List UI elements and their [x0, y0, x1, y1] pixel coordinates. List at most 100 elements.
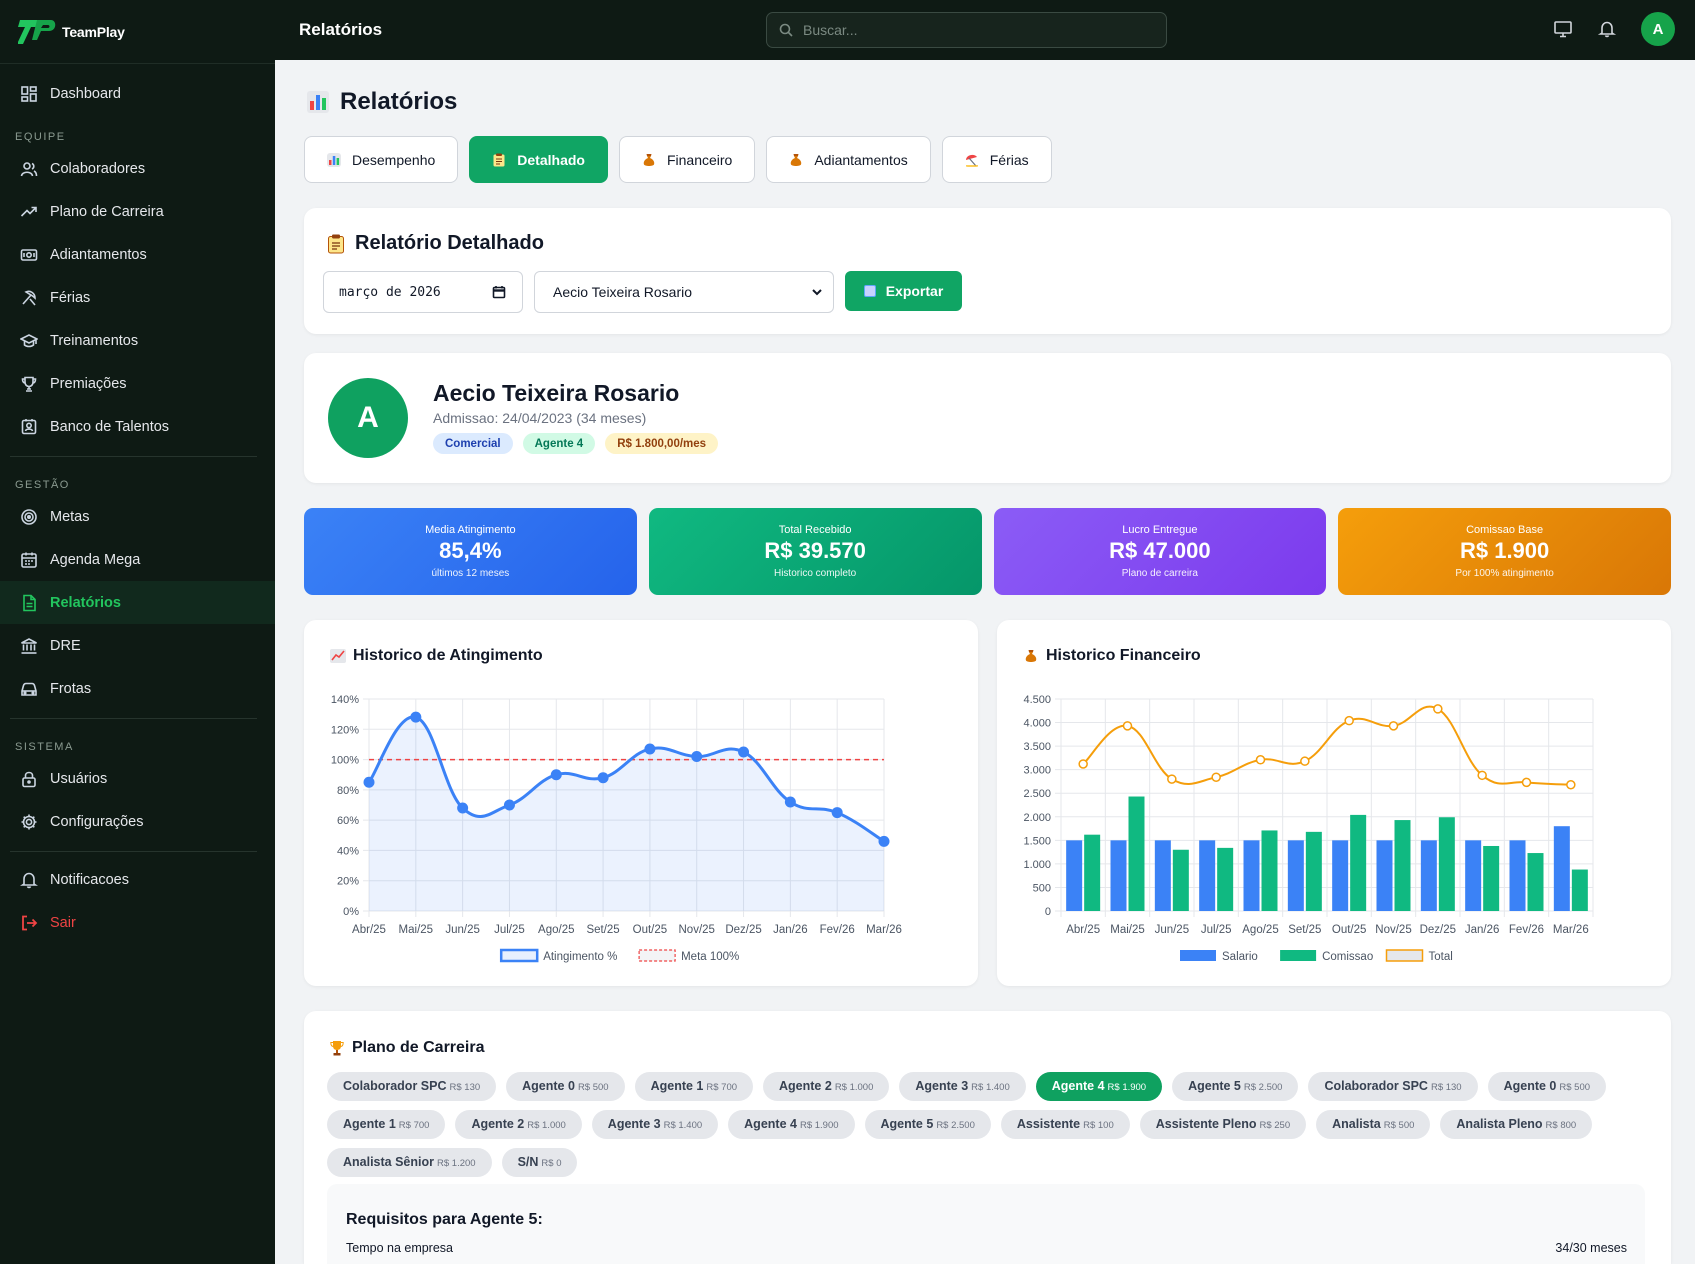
stat-card-comissao: Comissao Base R$ 1.900 Por 100% atingime… [1338, 508, 1671, 595]
career-level-value: R$ 1.000 [527, 1120, 566, 1131]
dashboard-icon [21, 85, 37, 102]
legend-label: Comissao [1322, 951, 1373, 963]
x-tick-label: Fev/26 [1509, 924, 1544, 936]
bar-comissao [1128, 796, 1145, 911]
career-level-pill[interactable]: Agente 2 R$ 1.000 [455, 1110, 582, 1139]
career-level-name: Agente 2 [779, 1079, 832, 1093]
career-level-pill[interactable]: Agente 5 R$ 2.500 [1172, 1072, 1299, 1101]
user-avatar[interactable]: A [1641, 12, 1675, 46]
sidebar-item-label: Dashboard [50, 85, 121, 102]
bar-comissao [1438, 817, 1455, 911]
bar-salario [1509, 840, 1526, 911]
stat-note: Historico completo [773, 568, 857, 579]
divider [10, 456, 257, 457]
career-level-pill[interactable]: Agente 4 R$ 1.900 [728, 1110, 855, 1139]
brand[interactable]: TeamPlay [0, 0, 275, 64]
data-point [1300, 756, 1310, 766]
bell-icon[interactable] [1597, 19, 1617, 39]
employee-select[interactable]: Aecio Teixeira Rosario [534, 271, 834, 313]
sidebar-item-banco-de-talentos[interactable]: Banco de Talentos [0, 405, 275, 448]
sidebar-item-premiacoes[interactable]: Premiações [0, 362, 275, 405]
tab-detalhado[interactable]: Detalhado [469, 136, 608, 183]
section-equipe: EQUIPE [15, 131, 66, 143]
career-level-pill[interactable]: Assistente Pleno R$ 250 [1139, 1110, 1307, 1139]
career-level-pill[interactable]: Agente 1 R$ 700 [634, 1072, 754, 1101]
sidebar-item-usuarios[interactable]: Usuários [0, 757, 275, 800]
sidebar-item-adiantamentos[interactable]: Adiantamentos [0, 233, 275, 276]
sidebar-item-colaboradores[interactable]: Colaboradores [0, 147, 275, 190]
sidebar-item-relatorios[interactable]: Relatórios [0, 581, 275, 624]
sidebar-item-treinamentos[interactable]: Treinamentos [0, 319, 275, 362]
chart-increasing-icon [330, 649, 346, 663]
career-level-pill[interactable]: Agente 0 R$ 500 [1487, 1072, 1607, 1101]
brand-name: TeamPlay [62, 23, 125, 40]
sidebar-item-plano-de-carreira[interactable]: Plano de Carreira [0, 190, 275, 233]
stat-card-total: Total Recebido R$ 39.570 Historico compl… [648, 508, 982, 595]
tab-ferias[interactable]: Férias [941, 136, 1052, 183]
career-level-pill[interactable]: Analista R$ 500 [1316, 1110, 1431, 1139]
topbar-title: Relatórios [299, 20, 383, 39]
x-tick-label: Jan/26 [1465, 924, 1500, 936]
contact-icon [21, 418, 37, 434]
financial-chart-card: 0 500 1.000 1.500 2.000 2.500 3.000 3.500 4.000 4… [997, 620, 1671, 986]
bar-salario [1110, 840, 1127, 911]
stat-card-media: Media Atingimento 85,4% últimos 12 meses [304, 508, 637, 595]
sidebar-item-agenda-mega[interactable]: Agenda Mega [0, 538, 275, 581]
sidebar-item-frotas[interactable]: Frotas [0, 667, 275, 710]
sidebar-item-metas[interactable]: Metas [0, 495, 275, 538]
career-level-name: Agente 0 [1503, 1079, 1557, 1093]
career-level-pill[interactable]: Assistente R$ 100 [1000, 1110, 1130, 1139]
career-level-pill[interactable]: Agente 3 R$ 1.400 [591, 1110, 719, 1139]
career-level-name: Agente 3 [915, 1079, 969, 1093]
career-level-pill[interactable]: Agente 1 R$ 700 [327, 1110, 446, 1139]
tab-desempenho[interactable]: Desempenho [304, 136, 459, 183]
calendar-icon[interactable] [492, 285, 506, 299]
y-tick-label: 60% [337, 815, 359, 827]
sidebar-item-label: Metas [50, 508, 90, 525]
career-level-pill[interactable]: Agente 5 R$ 2.500 [864, 1110, 991, 1139]
sidebar-item-notificacoes[interactable]: Notificacoes [0, 858, 275, 901]
career-level-pill[interactable]: Agente 0 R$ 500 [506, 1072, 625, 1101]
search-box[interactable] [766, 12, 1167, 48]
tab-adiantamentos[interactable]: Adiantamentos [766, 136, 931, 183]
career-level-pill[interactable]: Agente 3 R$ 1.400 [899, 1072, 1026, 1101]
career-level-pill[interactable]: Analista Sênior R$ 1.200 [327, 1148, 492, 1177]
export-button[interactable]: Exportar [845, 271, 962, 311]
beach-umbrella-icon [965, 154, 978, 167]
career-level-value: R$ 1.400 [663, 1120, 703, 1131]
x-tick-label: Mai/25 [399, 924, 434, 936]
x-tick-label: Jun/25 [1155, 924, 1190, 936]
users-icon [20, 161, 38, 176]
career-level-pill[interactable]: Agente 4 R$ 1.900 [1035, 1072, 1163, 1101]
career-level-pill[interactable]: Analista Pleno R$ 800 [1440, 1110, 1593, 1139]
month-picker[interactable]: março de 2026 [323, 271, 523, 313]
y-tick-label: 0% [343, 906, 359, 918]
sidebar-item-ferias[interactable]: Férias [0, 276, 275, 319]
career-level-value: R$ 700 [398, 1120, 430, 1131]
bar-comissao [1394, 820, 1411, 911]
career-level-value: R$ 500 [1383, 1120, 1415, 1131]
sidebar-item-dre[interactable]: DRE [0, 624, 275, 667]
career-level-pill[interactable]: Colaborador SPC R$ 130 [327, 1072, 497, 1101]
sidebar-item-dashboard[interactable]: Dashboard [0, 72, 275, 115]
search-input[interactable] [803, 22, 1143, 38]
sidebar-item-configuracoes[interactable]: Configurações [0, 800, 275, 843]
career-level-name: Agente 0 [522, 1079, 575, 1093]
x-tick-label: Jun/25 [445, 924, 480, 936]
financial-chart: 0 500 1.000 1.500 2.000 2.500 3.000 3.500 4.000 4… [1023, 694, 1594, 963]
career-level-pill[interactable]: S/N R$ 0 [501, 1148, 578, 1177]
bar-comissao [1527, 853, 1544, 911]
career-level-pill[interactable]: Colaborador SPC R$ 130 [1308, 1072, 1478, 1101]
bar-salario [1243, 840, 1260, 911]
data-point [1167, 774, 1177, 784]
sidebar-item-label: Sair [50, 914, 76, 931]
career-level-pill[interactable]: Agente 2 R$ 1.000 [763, 1072, 890, 1101]
bar-salario [1376, 840, 1393, 911]
sidebar-item-sair[interactable]: Sair [0, 901, 275, 944]
sidebar-item-label: Férias [50, 289, 91, 306]
tab-financeiro[interactable]: Financeiro [618, 136, 756, 183]
y-tick-label: 140% [331, 694, 359, 706]
teamplay-logo [18, 19, 56, 44]
monitor-icon[interactable] [1553, 19, 1573, 39]
logout-icon [22, 915, 38, 930]
